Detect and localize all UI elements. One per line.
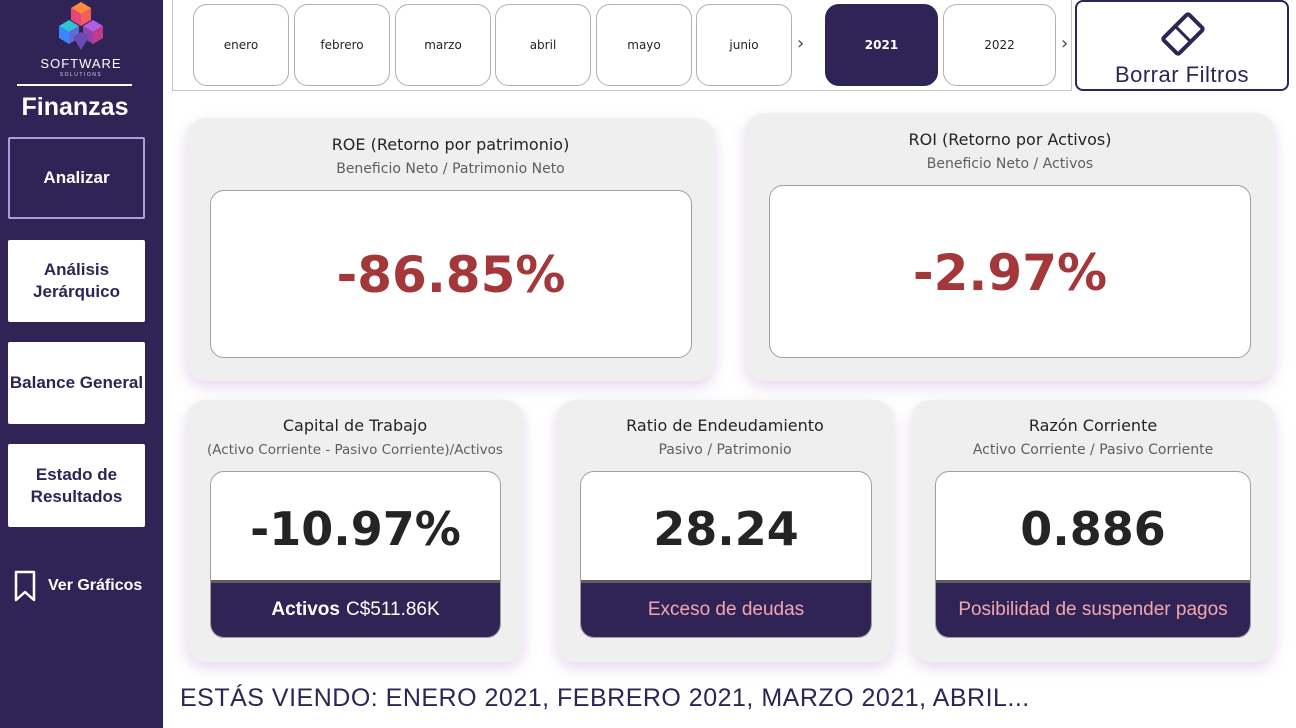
nav-balance-general-label: Balance General	[9, 373, 144, 392]
clear-filters-label: Borrar Filtros	[1114, 62, 1250, 87]
razon-corriente-title: Razón Corriente	[1028, 416, 1158, 435]
logo-divider	[17, 84, 132, 86]
date-slicer: enero febrero marzo abril mayo junio › 2…	[172, 0, 1072, 91]
roi-value: -2.97%	[912, 244, 1108, 302]
month-chip-marzo[interactable]: marzo	[395, 4, 491, 86]
razon-corriente-card: Razón Corriente Activo Corriente / Pasiv…	[911, 400, 1275, 662]
month-chip-febrero[interactable]: febrero	[294, 4, 390, 86]
logo-text: SOFTWARE	[40, 56, 122, 71]
activos-label: Activos	[271, 599, 340, 620]
year-scroll-chevron-icon[interactable]: ›	[1061, 34, 1075, 54]
month-chip-abril[interactable]: abril	[495, 4, 591, 86]
year-chip-2021[interactable]: 2021	[825, 4, 938, 86]
endeudamiento-value: 28.24	[653, 502, 799, 556]
ver-graficos-label: Ver Gráficos	[48, 577, 143, 594]
app-title: Finanzas	[21, 93, 129, 121]
roe-subtitle: Beneficio Neto / Patrimonio Neto	[336, 161, 565, 177]
roi-value-box: -2.97%	[769, 185, 1251, 358]
nav-estado-resultados-button[interactable]: Estado de Resultados	[8, 444, 145, 527]
capital-trabajo-card: Capital de Trabajo (Activo Corriente - P…	[186, 400, 524, 662]
roi-title: ROI (Retorno por Activos)	[908, 130, 1112, 149]
capital-trabajo-footer: Activos C$511.86K	[211, 580, 500, 637]
roe-card: ROE (Retorno por patrimonio) Beneficio N…	[186, 118, 715, 381]
nav-analizar-button[interactable]: Analizar	[8, 137, 145, 219]
capital-trabajo-subtitle: (Activo Corriente - Pasivo Corriente)/Ac…	[207, 442, 503, 458]
company-logo: SOFTWARE SOLUTIONS	[28, 0, 134, 84]
nav-analizar-label: Analizar	[43, 168, 110, 187]
endeudamiento-value-box: 28.24 Exceso de deudas	[580, 471, 872, 638]
logo-subtext: SOLUTIONS	[59, 72, 103, 78]
month-chip-junio[interactable]: junio	[696, 4, 792, 86]
nav-balance-general-button[interactable]: Balance General	[8, 342, 145, 424]
bookmark-icon	[14, 570, 36, 602]
razon-corriente-status: Posibilidad de suspender pagos	[958, 599, 1228, 620]
razon-corriente-footer: Posibilidad de suspender pagos	[936, 580, 1250, 637]
nav-analisis-jerarquico-label: Análisis Jerárquico	[33, 260, 120, 301]
razon-corriente-value: 0.886	[1020, 502, 1166, 556]
eraser-icon	[1161, 12, 1205, 56]
roi-card: ROI (Retorno por Activos) Beneficio Neto…	[745, 113, 1275, 381]
filter-status-line: ESTÁS VIENDO: ENERO 2021, FEBRERO 2021, …	[180, 684, 1030, 712]
month-chip-mayo[interactable]: mayo	[596, 4, 692, 86]
activos-value: C$511.86K	[345, 599, 440, 620]
month-chip-enero[interactable]: enero	[193, 4, 289, 86]
razon-corriente-subtitle: Activo Corriente / Pasivo Corriente	[972, 442, 1214, 458]
roe-value-box: -86.85%	[210, 190, 692, 358]
ver-graficos-button[interactable]: Ver Gráficos	[14, 567, 154, 605]
cube-logo-icon	[59, 2, 103, 50]
nav-estado-resultados-label: Estado de Resultados	[30, 464, 123, 506]
roi-subtitle: Beneficio Neto / Activos	[926, 156, 1094, 172]
year-chip-2022[interactable]: 2022	[943, 4, 1056, 86]
sidebar: SOFTWARE SOLUTIONS Finanzas Analizar Aná…	[0, 0, 163, 728]
razon-corriente-value-box: 0.886 Posibilidad de suspender pagos	[935, 471, 1251, 638]
capital-trabajo-value: -10.97%	[250, 502, 461, 556]
capital-trabajo-value-box: -10.97% Activos C$511.86K	[210, 471, 501, 638]
endeudamiento-card: Ratio de Endeudamiento Pasivo / Patrimon…	[556, 400, 894, 662]
endeudamiento-subtitle: Pasivo / Patrimonio	[658, 442, 792, 458]
roe-value: -86.85%	[336, 246, 566, 304]
endeudamiento-status: Exceso de deudas	[647, 599, 805, 620]
nav-analisis-jerarquico-button[interactable]: Análisis Jerárquico	[8, 240, 145, 322]
month-scroll-chevron-icon[interactable]: ›	[797, 34, 811, 54]
clear-filters-button[interactable]: Borrar Filtros	[1075, 0, 1289, 91]
endeudamiento-footer: Exceso de deudas	[581, 580, 871, 637]
capital-trabajo-title: Capital de Trabajo	[282, 416, 428, 435]
roe-title: ROE (Retorno por patrimonio)	[331, 135, 570, 154]
endeudamiento-title: Ratio de Endeudamiento	[626, 416, 824, 435]
